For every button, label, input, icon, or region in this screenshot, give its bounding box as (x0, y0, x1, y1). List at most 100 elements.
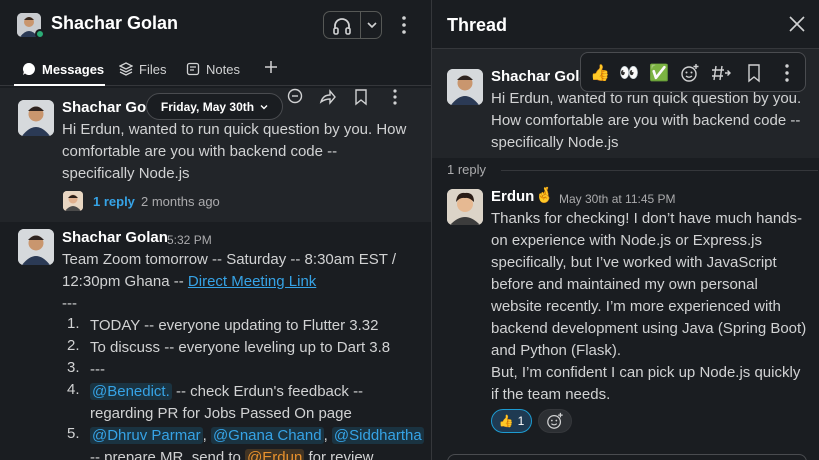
replies-count: 1 reply (447, 162, 487, 177)
message-sender[interactable]: Shachar Golan (62, 229, 168, 246)
list-item-text: -- check Erdun's feedback -- (171, 383, 364, 400)
message-icon (22, 63, 35, 75)
list-number: 2. (67, 337, 80, 354)
list-number: 4. (67, 381, 80, 398)
message-text: specifically Node.js (62, 165, 190, 182)
list-number: 5. (67, 425, 80, 442)
quick-reaction-check[interactable]: ✅ (649, 63, 669, 83)
message-text: if the team needs. (491, 386, 611, 403)
reply-composer[interactable] (447, 454, 807, 460)
message-text: comfortable are you with backend code -- (62, 143, 338, 160)
message-text: But, I’m confident I can pick up Node.js… (491, 364, 801, 381)
headphones-icon (333, 18, 351, 35)
avatar[interactable] (18, 229, 54, 265)
message-text-part: 12:30pm Ghana -- (62, 273, 188, 290)
message-text: Hi Erdun, wanted to run quick question b… (62, 121, 407, 138)
thread-replies-link[interactable]: 1 reply (93, 194, 135, 209)
note-icon (186, 62, 200, 76)
meeting-link[interactable]: Direct Meeting Link (188, 273, 316, 290)
list-item: TODAY -- everyone updating to Flutter 3.… (90, 317, 379, 334)
reply-thread-icon[interactable] (286, 88, 304, 106)
tab-files[interactable]: Files (119, 58, 166, 80)
list-item: @Dhruv Parmar, @Gnana Chand, @Siddhartha (90, 425, 424, 447)
thread-title: Thread (447, 15, 508, 35)
message-sender[interactable]: Erdun (491, 188, 534, 205)
reply-timestamp: 2 months ago (141, 194, 220, 209)
reaction-emoji: 👍 (498, 414, 514, 428)
status-emoji[interactable]: 🤞 (535, 186, 554, 204)
chevron-down-icon[interactable] (365, 17, 379, 33)
tab-messages[interactable]: Messages (22, 58, 104, 80)
tab-notes[interactable]: Notes (186, 58, 240, 80)
reaction-count: 1 (517, 414, 525, 428)
channel-header: Shachar Golan (0, 0, 431, 50)
message-separator: --- (62, 295, 77, 312)
message-timestamp[interactable]: 5:32 PM (167, 233, 212, 247)
bookmark-icon[interactable] (352, 88, 370, 106)
channel-tabs: Messages Files Notes (0, 50, 431, 86)
tab-label: Notes (206, 61, 240, 77)
presence-indicator (35, 29, 45, 39)
user-mention[interactable]: @Benedict. (90, 383, 172, 400)
quick-reaction-thumbs-up[interactable]: 👍 (590, 63, 610, 83)
message-timestamp[interactable]: May 30th at 11:45 PM (559, 192, 676, 206)
add-reaction-icon (547, 412, 563, 429)
list-item: regarding PR for Jobs Passed On page (90, 405, 352, 422)
reaction-chip[interactable]: 👍 1 (491, 409, 532, 433)
replies-divider: 1 reply (447, 162, 818, 180)
list-item-text: -- prepare MR, send to (90, 449, 246, 460)
add-tab-icon[interactable] (264, 60, 278, 74)
user-mention[interactable]: @Dhruv Parmar (90, 427, 203, 444)
chevron-down-icon (260, 104, 268, 109)
huddle-button[interactable] (323, 11, 382, 39)
message-text: and Python (Flask). (491, 342, 622, 359)
message-text: Thanks for checking! I don’t have much h… (491, 210, 803, 227)
avatar[interactable] (447, 69, 483, 105)
message-text: on experience with Node.js or Express.js (491, 232, 762, 249)
channel-title[interactable]: Shachar Golan (51, 13, 178, 34)
add-reaction-button[interactable] (538, 409, 572, 433)
message-text: backend development using Java (Spring B… (491, 320, 807, 337)
tab-label: Files (139, 61, 167, 77)
thread-pane: Thread Shachar Golan Hi Erdun, wanted to… (432, 0, 819, 460)
message-text: specifically Node.js (491, 134, 619, 151)
close-icon[interactable] (788, 15, 806, 33)
message-text: How comfortable are you with backend cod… (491, 112, 801, 129)
list-item: --- (90, 361, 105, 378)
message-text: website recently. I’m more experienced w… (491, 298, 781, 315)
message-actions-toolbar: 👍 👀 ✅ (580, 52, 806, 92)
bookmark-icon[interactable] (744, 63, 764, 83)
list-item-text: for review (304, 449, 374, 460)
list-item: -- prepare MR, send to @Erdun for review (90, 447, 374, 460)
self-mention[interactable]: @Erdun (245, 449, 305, 460)
message-text: 12:30pm Ghana -- Direct Meeting Link (62, 271, 316, 293)
quick-reaction-eyes[interactable]: 👀 (619, 63, 639, 83)
comma: , (323, 427, 328, 444)
list-number: 3. (67, 359, 80, 376)
more-actions-icon[interactable] (777, 63, 797, 83)
active-tab-indicator (14, 84, 105, 86)
list-item: @Benedict. -- check Erdun's feedback -- (90, 381, 363, 403)
channel-pane: Shachar Golan Messages Files Notes Shach… (0, 0, 431, 460)
comma: , (202, 427, 207, 444)
message-text: Team Zoom tomorrow -- Saturday -- 8:30am… (62, 251, 396, 268)
list-item: To discuss -- everyone leveling up to Da… (90, 339, 391, 356)
message-text: before and maintained my own personal (491, 276, 758, 293)
layers-icon (119, 62, 133, 76)
more-actions-icon[interactable] (386, 88, 404, 106)
more-options-icon[interactable] (396, 15, 412, 35)
user-mention[interactable]: @Gnana Chand (210, 427, 324, 444)
list-number: 1. (67, 315, 80, 332)
message-text: specifically, but I’ve worked with JavaS… (491, 254, 777, 271)
avatar (63, 191, 83, 211)
divider-line (501, 170, 818, 171)
avatar[interactable] (447, 189, 483, 225)
share-icon[interactable] (319, 88, 337, 106)
date-divider-pill[interactable]: Friday, May 30th (146, 93, 283, 120)
forward-to-channel-icon[interactable] (711, 63, 731, 83)
add-reaction-icon[interactable] (680, 63, 700, 83)
date-label: Friday, May 30th (160, 99, 255, 114)
user-mention[interactable]: @Siddhartha (331, 427, 424, 444)
avatar[interactable] (18, 100, 54, 136)
tab-label: Messages (42, 61, 105, 77)
